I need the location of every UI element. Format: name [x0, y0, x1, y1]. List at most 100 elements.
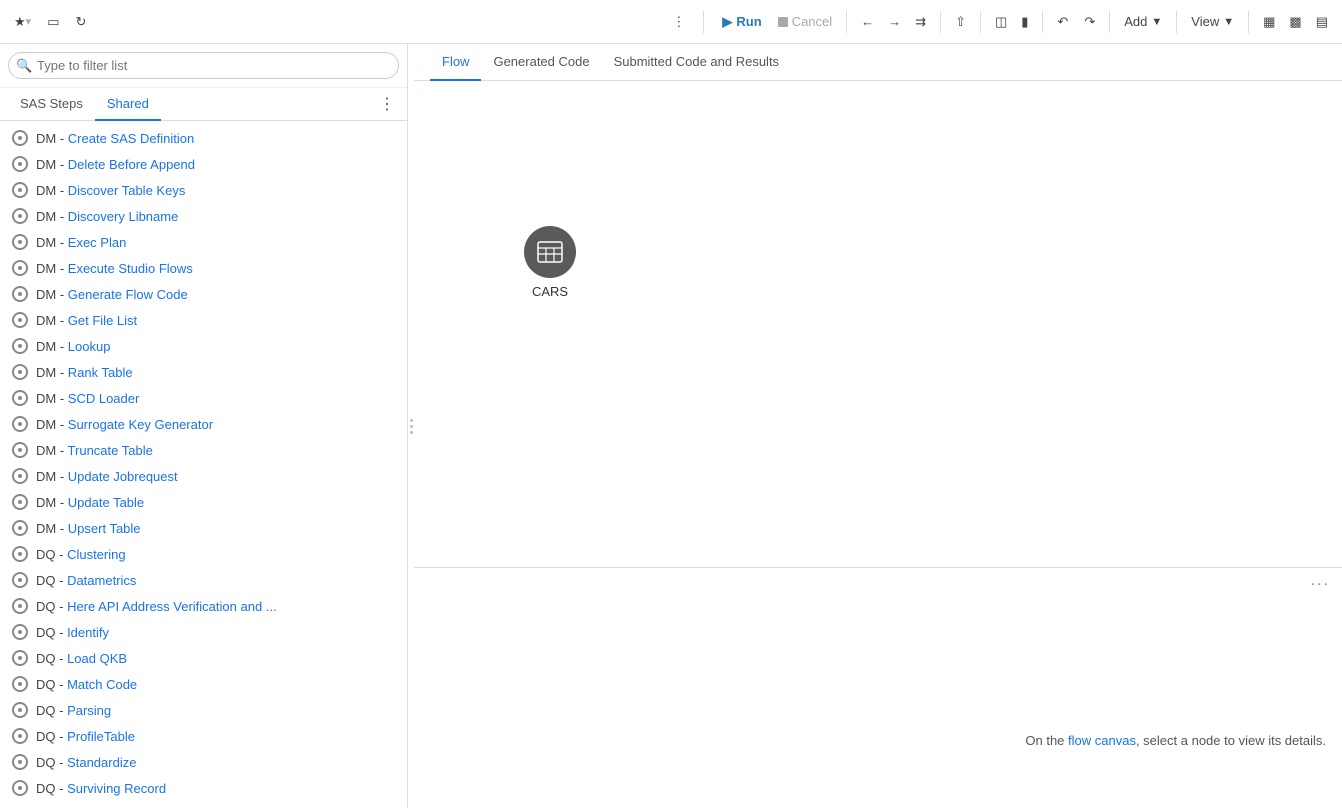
- list-item[interactable]: DQ - Datametrics: [0, 567, 407, 593]
- list-item[interactable]: DM - Lookup: [0, 333, 407, 359]
- cars-node[interactable]: CARS: [524, 226, 576, 299]
- tab-generated-code[interactable]: Generated Code: [481, 44, 601, 81]
- upload-button[interactable]: ⇧: [949, 10, 972, 34]
- forward-step-button[interactable]: →: [882, 10, 907, 33]
- step-type-icon: [12, 702, 28, 718]
- step-label: DM - Update Jobrequest: [36, 469, 178, 484]
- step-label: DQ - Datametrics: [36, 573, 136, 588]
- list-item[interactable]: DM - Upsert Table: [0, 515, 407, 541]
- star-button[interactable]: ★ ▾: [8, 10, 37, 34]
- step-type-icon: [12, 390, 28, 406]
- filter-input[interactable]: [8, 52, 399, 79]
- layout-split-button[interactable]: ▤: [1310, 10, 1334, 34]
- add-button[interactable]: Add ▼: [1118, 10, 1168, 33]
- list-item[interactable]: DM - Execute Studio Flows: [0, 255, 407, 281]
- skip-button[interactable]: ⇉: [909, 10, 932, 34]
- step-label: DM - Rank Table: [36, 365, 133, 380]
- layout-tile-button[interactable]: ▦: [1257, 10, 1281, 34]
- list-item[interactable]: DM - Create SAS Definition: [0, 125, 407, 151]
- right-panel: Flow Generated Code Submitted Code and R…: [414, 44, 1342, 808]
- step-type-icon: [12, 182, 28, 198]
- tab-shared[interactable]: Shared: [95, 88, 161, 121]
- details-hint: On the flow canvas, select a node to vie…: [1025, 733, 1326, 748]
- list-item[interactable]: DQ - ProfileTable: [0, 723, 407, 749]
- step-type-icon: [12, 546, 28, 562]
- step-type-icon: [12, 650, 28, 666]
- step-type-icon: [12, 416, 28, 432]
- step-label: DM - Discovery Libname: [36, 209, 178, 224]
- step-label: DM - Generate Flow Code: [36, 287, 188, 302]
- list-item[interactable]: DM - Update Table: [0, 489, 407, 515]
- step-type-icon: [12, 728, 28, 744]
- list-item[interactable]: DQ - Standardize: [0, 749, 407, 775]
- cars-node-label: CARS: [532, 284, 568, 299]
- view-controls: ◫ ▮: [989, 10, 1034, 34]
- step-type-icon: [12, 338, 28, 354]
- step-label: DQ - Clustering: [36, 547, 126, 562]
- step-type-icon: [12, 156, 28, 172]
- step-label: DQ - ProfileTable: [36, 729, 135, 744]
- copy-button[interactable]: ▭: [41, 10, 65, 34]
- step-label: DM - SCD Loader: [36, 391, 139, 406]
- list-item[interactable]: DM - Surrogate Key Generator: [0, 411, 407, 437]
- main-layout: 🔍 SAS Steps Shared ⋮ DM - Create SAS Def…: [0, 44, 1342, 808]
- list-item[interactable]: DQ - Parsing: [0, 697, 407, 723]
- step-label: DQ - Match Code: [36, 677, 137, 692]
- tab-submitted-code[interactable]: Submitted Code and Results: [602, 44, 791, 81]
- step-label: DM - Discover Table Keys: [36, 183, 185, 198]
- undo-button[interactable]: ↶: [1051, 10, 1074, 34]
- redo-button[interactable]: ↷: [1078, 10, 1101, 34]
- list-item[interactable]: DM - Discover Table Keys: [0, 177, 407, 203]
- flow-canvas[interactable]: CARS ... On the flow canvas, select a no…: [414, 81, 1342, 808]
- step-label: DQ - Load QKB: [36, 651, 127, 666]
- list-item[interactable]: DM - SCD Loader: [0, 385, 407, 411]
- grid-view-button[interactable]: ◫: [989, 10, 1013, 34]
- step-label: DQ - Here API Address Verification and .…: [36, 599, 277, 614]
- step-type-icon: [12, 780, 28, 796]
- refresh-icon: ↻: [75, 14, 86, 30]
- list-item[interactable]: DM - Discovery Libname: [0, 203, 407, 229]
- star-dropdown-icon: ▾: [26, 15, 32, 28]
- back-button[interactable]: ←: [855, 10, 880, 33]
- list-item[interactable]: DM - Generate Flow Code: [0, 281, 407, 307]
- more-options-button[interactable]: ⋮: [666, 10, 691, 34]
- list-item[interactable]: DQ - Match Code: [0, 671, 407, 697]
- star-icon: ★: [14, 14, 26, 30]
- step-label: DM - Surrogate Key Generator: [36, 417, 213, 432]
- refresh-button[interactable]: ↻: [69, 10, 92, 34]
- panel-tab-more-button[interactable]: ⋮: [375, 90, 399, 118]
- cancel-button[interactable]: Cancel: [772, 10, 838, 33]
- list-item[interactable]: DM - Update Jobrequest: [0, 463, 407, 489]
- list-item[interactable]: DM - Exec Plan: [0, 229, 407, 255]
- step-label: DM - Exec Plan: [36, 235, 126, 250]
- step-type-icon: [12, 286, 28, 302]
- nav-buttons: ← → ⇉: [855, 10, 932, 34]
- list-item[interactable]: DM - Rank Table: [0, 359, 407, 385]
- layout-panel-button[interactable]: ▩: [1283, 10, 1307, 34]
- step-type-icon: [12, 208, 28, 224]
- list-item[interactable]: DQ - Load QKB: [0, 645, 407, 671]
- list-item[interactable]: DQ - Here API Address Verification and .…: [0, 593, 407, 619]
- view-button[interactable]: View ▼: [1185, 10, 1240, 33]
- steps-list: DM - Create SAS Definition DM - Delete Be…: [0, 121, 407, 808]
- tab-flow[interactable]: Flow: [430, 44, 481, 81]
- tab-sas-steps[interactable]: SAS Steps: [8, 88, 95, 121]
- list-item[interactable]: DM - Truncate Table: [0, 437, 407, 463]
- list-item[interactable]: DM - Get File List: [0, 307, 407, 333]
- step-type-icon: [12, 260, 28, 276]
- run-button[interactable]: ▶ Run: [716, 10, 767, 34]
- copy-icon: ▭: [47, 14, 59, 30]
- step-type-icon: [12, 494, 28, 510]
- list-item[interactable]: DQ - Identify: [0, 619, 407, 645]
- panel-view-button[interactable]: ▮: [1015, 10, 1034, 34]
- more-dots-icon: ⋮: [672, 14, 685, 30]
- list-item[interactable]: DQ - Surviving Record: [0, 775, 407, 801]
- list-item[interactable]: DQ - Clustering: [0, 541, 407, 567]
- step-type-icon: [12, 442, 28, 458]
- step-type-icon: [12, 312, 28, 328]
- step-label: DM - Create SAS Definition: [36, 131, 194, 146]
- canvas-dots-menu[interactable]: ...: [1311, 572, 1330, 590]
- list-item[interactable]: DM - Delete Before Append: [0, 151, 407, 177]
- step-type-icon: [12, 624, 28, 640]
- step-type-icon: [12, 572, 28, 588]
